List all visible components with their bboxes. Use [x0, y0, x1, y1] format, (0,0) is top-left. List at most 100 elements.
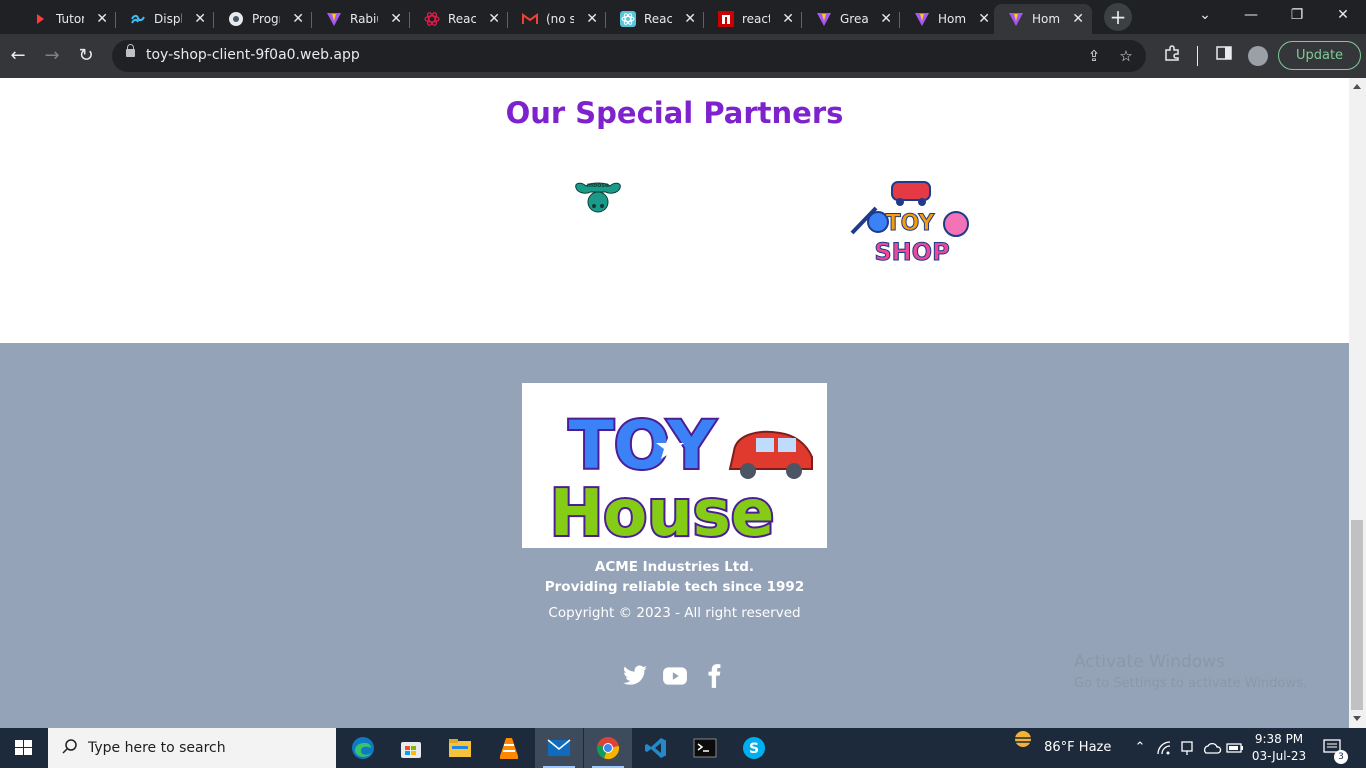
- profile-avatar[interactable]: [1248, 46, 1268, 66]
- tab-11-active[interactable]: Hom ✕: [994, 4, 1092, 34]
- tab-8[interactable]: react ✕: [704, 4, 802, 34]
- device-icon[interactable]: [1180, 728, 1194, 768]
- scroll-down-arrow-icon[interactable]: [1353, 716, 1361, 721]
- forward-icon[interactable]: →: [40, 44, 64, 68]
- extensions-icon[interactable]: [1160, 44, 1184, 68]
- scroll-thumb[interactable]: [1351, 520, 1363, 710]
- vite-icon: [914, 11, 930, 27]
- copyright-text: Copyright © 2023 - All right reserved: [548, 605, 801, 621]
- close-icon[interactable]: ✕: [292, 11, 304, 27]
- programming-hero-icon: [228, 11, 244, 27]
- close-icon[interactable]: ✕: [96, 11, 108, 27]
- update-button[interactable]: Update: [1278, 41, 1361, 70]
- notification-count-badge: 3: [1334, 750, 1348, 764]
- notification-center-icon[interactable]: 3: [1322, 728, 1348, 768]
- activate-windows-subtitle: Go to Settings to activate Windows.: [1074, 676, 1307, 691]
- scroll-up-arrow-icon[interactable]: [1353, 84, 1361, 89]
- twitter-icon[interactable]: [622, 663, 648, 689]
- clock-date: 03-Jul-23: [1251, 749, 1307, 763]
- close-icon[interactable]: ✕: [390, 11, 402, 27]
- close-window-button[interactable]: ✕: [1320, 0, 1366, 34]
- tab-strip: Tutor ✕ Displ ✕ Progr ✕ Rabiu ✕ React ✕ …: [0, 0, 1366, 34]
- close-icon[interactable]: ✕: [194, 11, 206, 27]
- windows-start-icon[interactable]: [0, 728, 48, 768]
- tab-search-icon[interactable]: ⌄: [1182, 0, 1228, 34]
- partner-logo-toy-shop: TOY SHOP: [846, 178, 974, 274]
- system-clock[interactable]: 9:38 PM 03-Jul-23: [1246, 731, 1312, 765]
- youtube-icon[interactable]: [662, 663, 688, 689]
- company-tagline: Providing reliable tech since 1992: [544, 579, 805, 595]
- close-icon[interactable]: ✕: [684, 11, 696, 27]
- show-hidden-icons-chevron-icon[interactable]: ⌃: [1132, 728, 1148, 768]
- tab-7[interactable]: React ✕: [606, 4, 704, 34]
- close-icon[interactable]: ✕: [586, 11, 598, 27]
- share-icon[interactable]: ⇪: [1084, 46, 1104, 66]
- close-icon[interactable]: ✕: [488, 11, 500, 27]
- company-name: ACME Industries Ltd.: [594, 559, 755, 575]
- search-icon: [62, 738, 78, 758]
- back-icon[interactable]: ←: [6, 44, 30, 68]
- svg-text:S: S: [749, 741, 759, 757]
- vite-icon: [326, 11, 342, 27]
- partner-logo-moose: moose: [572, 178, 624, 218]
- tab-title: (no s: [546, 12, 574, 26]
- facebook-icon[interactable]: [702, 663, 728, 689]
- reload-icon[interactable]: ↻: [74, 44, 98, 68]
- tab-6[interactable]: (no s ✕: [508, 4, 606, 34]
- close-icon[interactable]: ✕: [880, 11, 892, 27]
- bookmark-star-icon[interactable]: ☆: [1116, 46, 1136, 66]
- react-icon: [424, 11, 440, 27]
- vscode-icon[interactable]: [632, 728, 680, 768]
- tab-9[interactable]: Great ✕: [802, 4, 900, 34]
- vite-icon: [816, 11, 832, 27]
- activate-windows-title: Activate Windows: [1074, 652, 1225, 672]
- side-panel-icon[interactable]: [1212, 44, 1236, 68]
- tab-2[interactable]: Displ ✕: [116, 4, 214, 34]
- logo-bottom-text: House: [550, 477, 775, 548]
- address-bar[interactable]: toy-shop-client-9f0a0.web.app ⇪ ☆: [112, 40, 1146, 72]
- skype-icon[interactable]: S: [730, 728, 778, 768]
- close-icon[interactable]: ✕: [1072, 11, 1084, 27]
- toy-house-logo: TOY House: [522, 383, 827, 553]
- tab-title: Great: [840, 12, 868, 26]
- tab-title: Hom: [1032, 12, 1060, 26]
- vite-icon: [1008, 11, 1024, 27]
- edge-icon[interactable]: [339, 728, 387, 768]
- tab-title: Hom: [938, 12, 966, 26]
- tab-3[interactable]: Progr ✕: [214, 4, 312, 34]
- tab-4[interactable]: Rabiu ✕: [312, 4, 410, 34]
- vlc-icon[interactable]: [485, 728, 533, 768]
- tab-title: Rabiu: [350, 12, 378, 26]
- terminal-icon[interactable]: [681, 728, 729, 768]
- taskbar-search-box[interactable]: Type here to search: [48, 728, 336, 768]
- microsoft-store-icon[interactable]: [387, 728, 435, 768]
- vertical-scrollbar[interactable]: [1349, 78, 1366, 728]
- react-docs-icon: [620, 11, 636, 27]
- weather-haze-icon: [1010, 726, 1036, 766]
- network-icon[interactable]: [1156, 728, 1174, 768]
- npm-icon: [718, 11, 734, 27]
- tab-title: Displ: [154, 12, 182, 26]
- onedrive-icon[interactable]: [1202, 728, 1222, 768]
- clock-time: 9:38 PM: [1254, 732, 1304, 746]
- youtube-icon: [32, 11, 48, 27]
- battery-icon[interactable]: [1226, 728, 1244, 768]
- restore-button[interactable]: ❐: [1274, 0, 1320, 34]
- tab-1[interactable]: Tutor ✕: [18, 4, 116, 34]
- url-text[interactable]: toy-shop-client-9f0a0.web.app: [146, 47, 360, 63]
- svg-text:SHOP: SHOP: [874, 238, 949, 266]
- weather-text: 86°F Haze: [1044, 740, 1112, 755]
- mail-icon[interactable]: [535, 728, 583, 768]
- close-icon[interactable]: ✕: [782, 11, 794, 27]
- weather-widget[interactable]: 86°F Haze: [1010, 728, 1111, 768]
- tab-title: Tutor: [56, 12, 84, 26]
- tab-5[interactable]: React ✕: [410, 4, 508, 34]
- minimize-button[interactable]: —: [1228, 0, 1274, 34]
- file-explorer-icon[interactable]: [436, 728, 484, 768]
- company-info: ACME Industries Ltd. Providing reliable …: [0, 557, 1349, 597]
- close-icon[interactable]: ✕: [978, 11, 990, 27]
- page-viewport: Our Special Partners moose TOY SHOP TOY …: [0, 78, 1366, 728]
- tab-10[interactable]: Hom ✕: [900, 4, 998, 34]
- new-tab-button[interactable]: +: [1104, 3, 1132, 31]
- chrome-icon[interactable]: [584, 728, 632, 768]
